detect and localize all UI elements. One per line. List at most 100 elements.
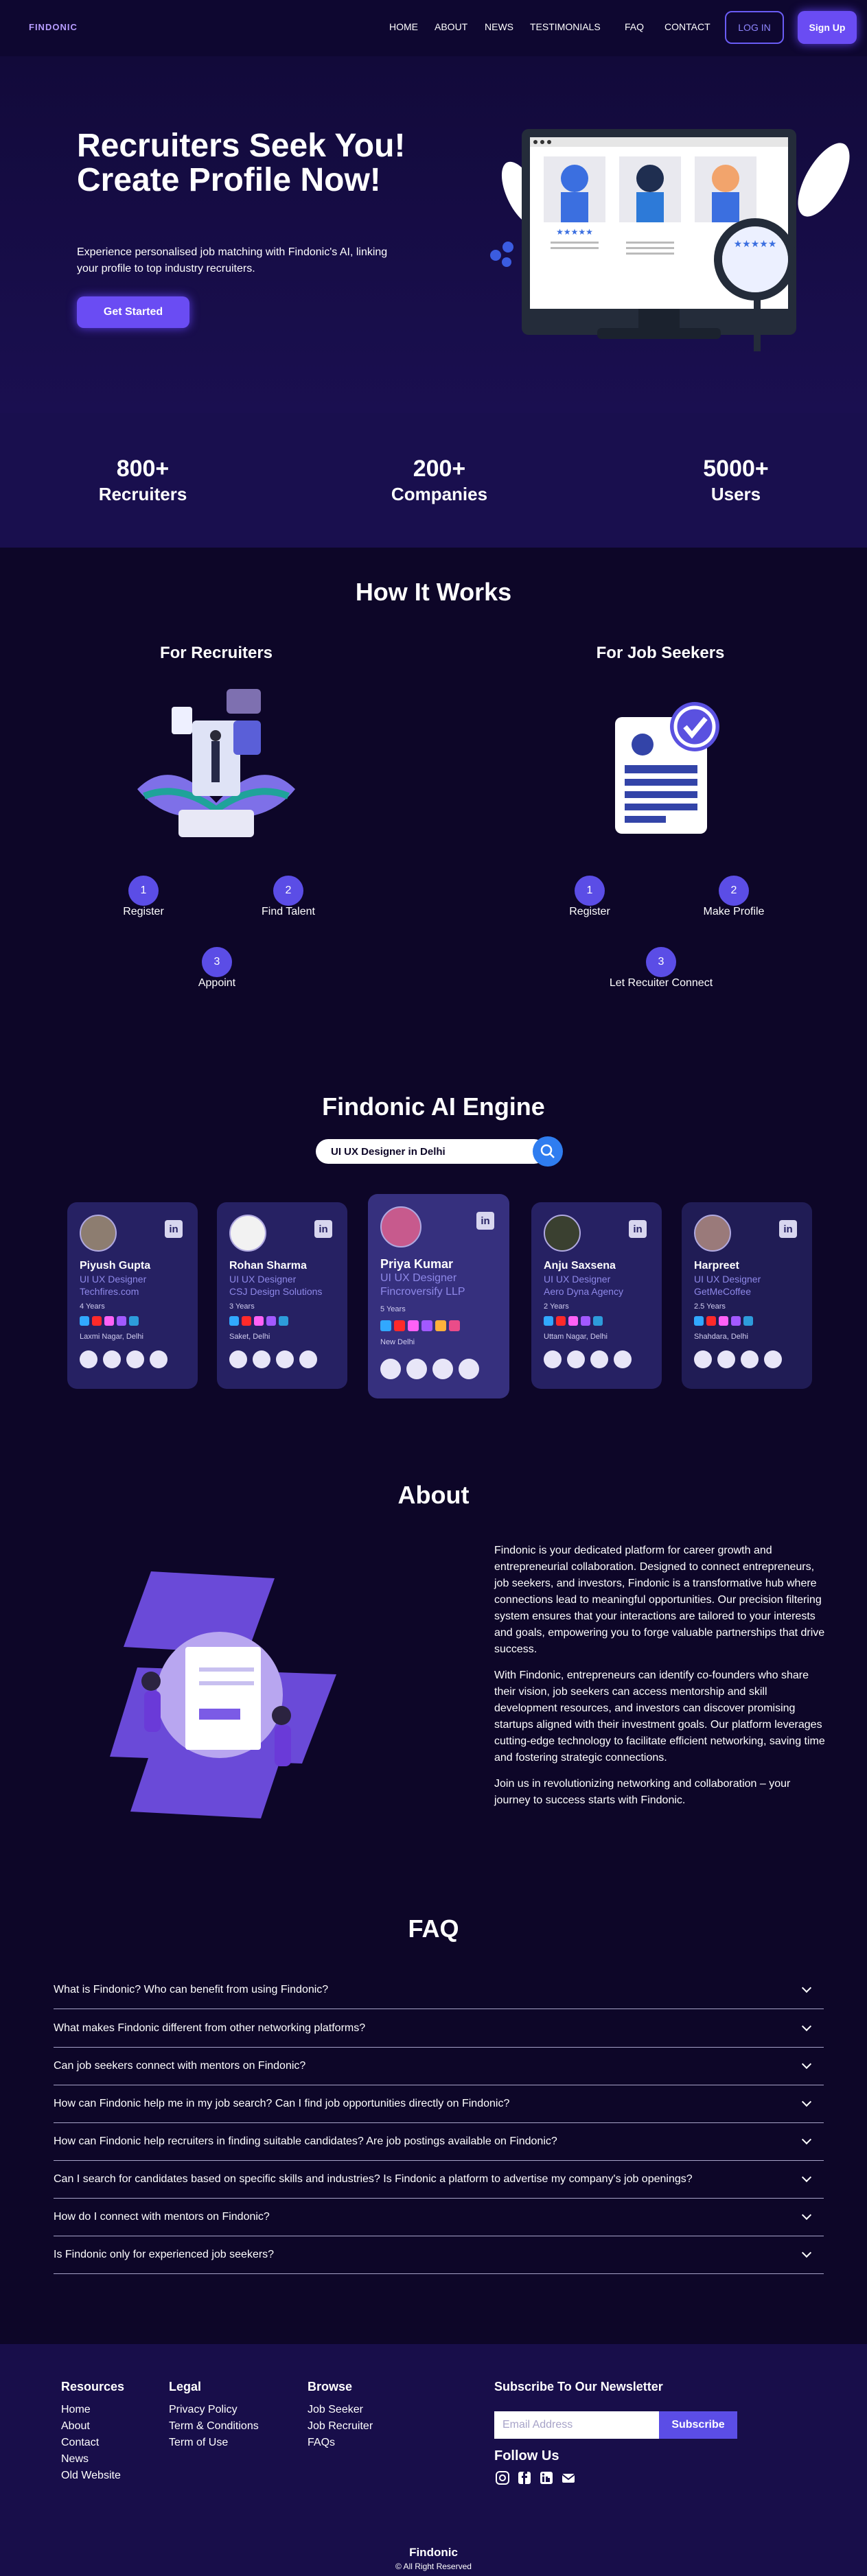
profile-icon[interactable] xyxy=(276,1350,294,1368)
bookmark-icon[interactable] xyxy=(764,1350,782,1368)
candidate-card[interactable]: in Piyush Gupta UI UX Designer Techfires… xyxy=(67,1202,198,1389)
engine-title: Findonic AI Engine xyxy=(322,1092,545,1121)
action-icons xyxy=(694,1350,782,1368)
footer-resources-title: Resources xyxy=(61,2380,125,2393)
about-paragraph: With Findonic, entrepreneurs can identif… xyxy=(494,1670,825,1764)
search-button[interactable] xyxy=(533,1136,563,1167)
footer-browse-title: Browse xyxy=(308,2380,353,2393)
mail-icon[interactable] xyxy=(561,2470,576,2485)
faq-title: FAQ xyxy=(408,1915,459,1943)
chevron-down-icon[interactable] xyxy=(801,2247,812,2258)
get-started-button[interactable]: Get Started xyxy=(77,296,189,328)
faq-question: What makes Findonic different from other… xyxy=(54,2022,366,2034)
profile-icon[interactable] xyxy=(741,1350,759,1368)
chevron-down-icon[interactable] xyxy=(801,1982,812,1993)
phone-icon[interactable] xyxy=(380,1359,401,1379)
candidate-role: UI UX Designer xyxy=(544,1274,611,1285)
chevron-down-icon[interactable] xyxy=(801,2096,812,2107)
mail-icon[interactable] xyxy=(567,1350,585,1368)
candidate-card[interactable]: in Anju Saxsena UI UX Designer Aero Dyna… xyxy=(531,1202,662,1389)
avatar xyxy=(80,1215,117,1252)
bookmark-icon[interactable] xyxy=(299,1350,317,1368)
bookmark-icon[interactable] xyxy=(459,1359,479,1379)
linkedin-icon[interactable]: in xyxy=(165,1220,183,1238)
tools-icons xyxy=(80,1316,139,1326)
footer-link-job-seeker[interactable]: Job Seeker xyxy=(308,2402,373,2418)
mail-icon[interactable] xyxy=(103,1350,121,1368)
candidate-card[interactable]: in Harpreet UI UX Designer GetMeCoffee 2… xyxy=(682,1202,812,1389)
profile-icon[interactable] xyxy=(126,1350,144,1368)
nav-news[interactable]: NEWS xyxy=(485,21,513,32)
nav-about[interactable]: ABOUT xyxy=(435,21,467,32)
linkedin-icon[interactable]: in xyxy=(779,1220,797,1238)
nav-testimonials[interactable]: TESTIMONIALS xyxy=(530,21,601,32)
recruiters-illustration xyxy=(137,689,295,837)
footer-link-contact[interactable]: Contact xyxy=(61,2435,121,2451)
nav-faq[interactable]: FAQ xyxy=(625,21,644,32)
candidate-name: Piyush Gupta xyxy=(80,1260,151,1272)
footer-link-old-website[interactable]: Old Website xyxy=(61,2468,121,2484)
seekers-illustration xyxy=(615,702,719,834)
faq-item[interactable]: Can job seekers connect with mentors on … xyxy=(54,2047,824,2085)
instagram-icon[interactable] xyxy=(495,2470,510,2485)
candidate-card[interactable]: in Rohan Sharma UI UX Designer CSJ Desig… xyxy=(217,1202,347,1389)
phone-icon[interactable] xyxy=(229,1350,247,1368)
mail-icon[interactable] xyxy=(406,1359,427,1379)
stat-number: 5000+ xyxy=(703,456,769,482)
newsletter-title: Subscribe To Our Newsletter xyxy=(494,2380,663,2393)
chevron-down-icon[interactable] xyxy=(801,2021,812,2031)
faq-item[interactable]: How can Findonic help me in my job searc… xyxy=(54,2085,824,2123)
footer-link-terms-of-use[interactable]: Term of Use xyxy=(169,2435,259,2451)
chevron-down-icon[interactable] xyxy=(801,2059,812,2069)
recruiter-step-2-badge: 2 xyxy=(273,876,303,906)
faq-question: Is Findonic only for experienced job see… xyxy=(54,2248,275,2260)
profile-icon[interactable] xyxy=(590,1350,608,1368)
svg-text:★★★★★: ★★★★★ xyxy=(734,238,777,249)
seeker-step-2-label: Make Profile xyxy=(703,906,765,917)
signup-button[interactable]: Sign Up xyxy=(798,11,857,44)
footer-link-job-recruiter[interactable]: Job Recruiter xyxy=(308,2418,373,2435)
search-input[interactable]: UI UX Designer in Delhi xyxy=(316,1139,546,1164)
chevron-down-icon[interactable] xyxy=(801,2172,812,2182)
about-illustration xyxy=(110,1571,336,1818)
logo[interactable]: FINDONIC xyxy=(29,22,78,32)
nav-home[interactable]: HOME xyxy=(389,21,418,32)
recruiter-step-3-badge: 3 xyxy=(202,947,232,977)
footer-link-privacy[interactable]: Privacy Policy xyxy=(169,2402,259,2418)
chevron-down-icon[interactable] xyxy=(801,2134,812,2144)
mail-icon[interactable] xyxy=(253,1350,270,1368)
candidate-card[interactable]: in Priya Kumar UI UX Designer Fincrovers… xyxy=(368,1194,509,1398)
footer-link-faqs[interactable]: FAQs xyxy=(308,2435,373,2451)
profile-icon[interactable] xyxy=(432,1359,453,1379)
chevron-down-icon[interactable] xyxy=(801,2210,812,2220)
footer-link-about[interactable]: About xyxy=(61,2418,121,2435)
phone-icon[interactable] xyxy=(80,1350,97,1368)
subscribe-button[interactable]: Subscribe xyxy=(659,2411,737,2439)
mail-icon[interactable] xyxy=(717,1350,735,1368)
faq-item[interactable]: Is Findonic only for experienced job see… xyxy=(54,2236,824,2274)
footer-link-news[interactable]: News xyxy=(61,2451,121,2468)
facebook-icon[interactable] xyxy=(517,2470,532,2485)
faq-item[interactable]: How do I connect with mentors on Findoni… xyxy=(54,2198,824,2236)
login-button[interactable]: LOG IN xyxy=(725,11,784,44)
seeker-step-3-badge: 3 xyxy=(646,947,676,977)
footer-link-terms-conditions[interactable]: Term & Conditions xyxy=(169,2418,259,2435)
phone-icon[interactable] xyxy=(544,1350,562,1368)
linkedin-icon[interactable] xyxy=(539,2470,554,2485)
linkedin-icon[interactable]: in xyxy=(476,1212,494,1230)
faq-item[interactable]: Can I search for candidates based on spe… xyxy=(54,2160,824,2199)
faq-item[interactable]: What makes Findonic different from other… xyxy=(54,2009,824,2048)
email-field[interactable]: Email Address xyxy=(494,2411,659,2439)
hero-description: Experience personalised job matching wit… xyxy=(77,246,388,274)
bookmark-icon[interactable] xyxy=(614,1350,632,1368)
linkedin-icon[interactable]: in xyxy=(314,1220,332,1238)
faq-item[interactable]: How can Findonic help recruiters in find… xyxy=(54,2122,824,2161)
bookmark-icon[interactable] xyxy=(150,1350,167,1368)
footer-browse-links: Job Seeker Job Recruiter FAQs xyxy=(308,2402,373,2451)
nav-contact[interactable]: CONTACT xyxy=(664,21,710,32)
phone-icon[interactable] xyxy=(694,1350,712,1368)
linkedin-icon[interactable]: in xyxy=(629,1220,647,1238)
faq-item[interactable]: What is Findonic? Who can benefit from u… xyxy=(54,1971,824,2009)
footer-link-home[interactable]: Home xyxy=(61,2402,121,2418)
stat-users: 5000+ Users xyxy=(660,456,811,505)
